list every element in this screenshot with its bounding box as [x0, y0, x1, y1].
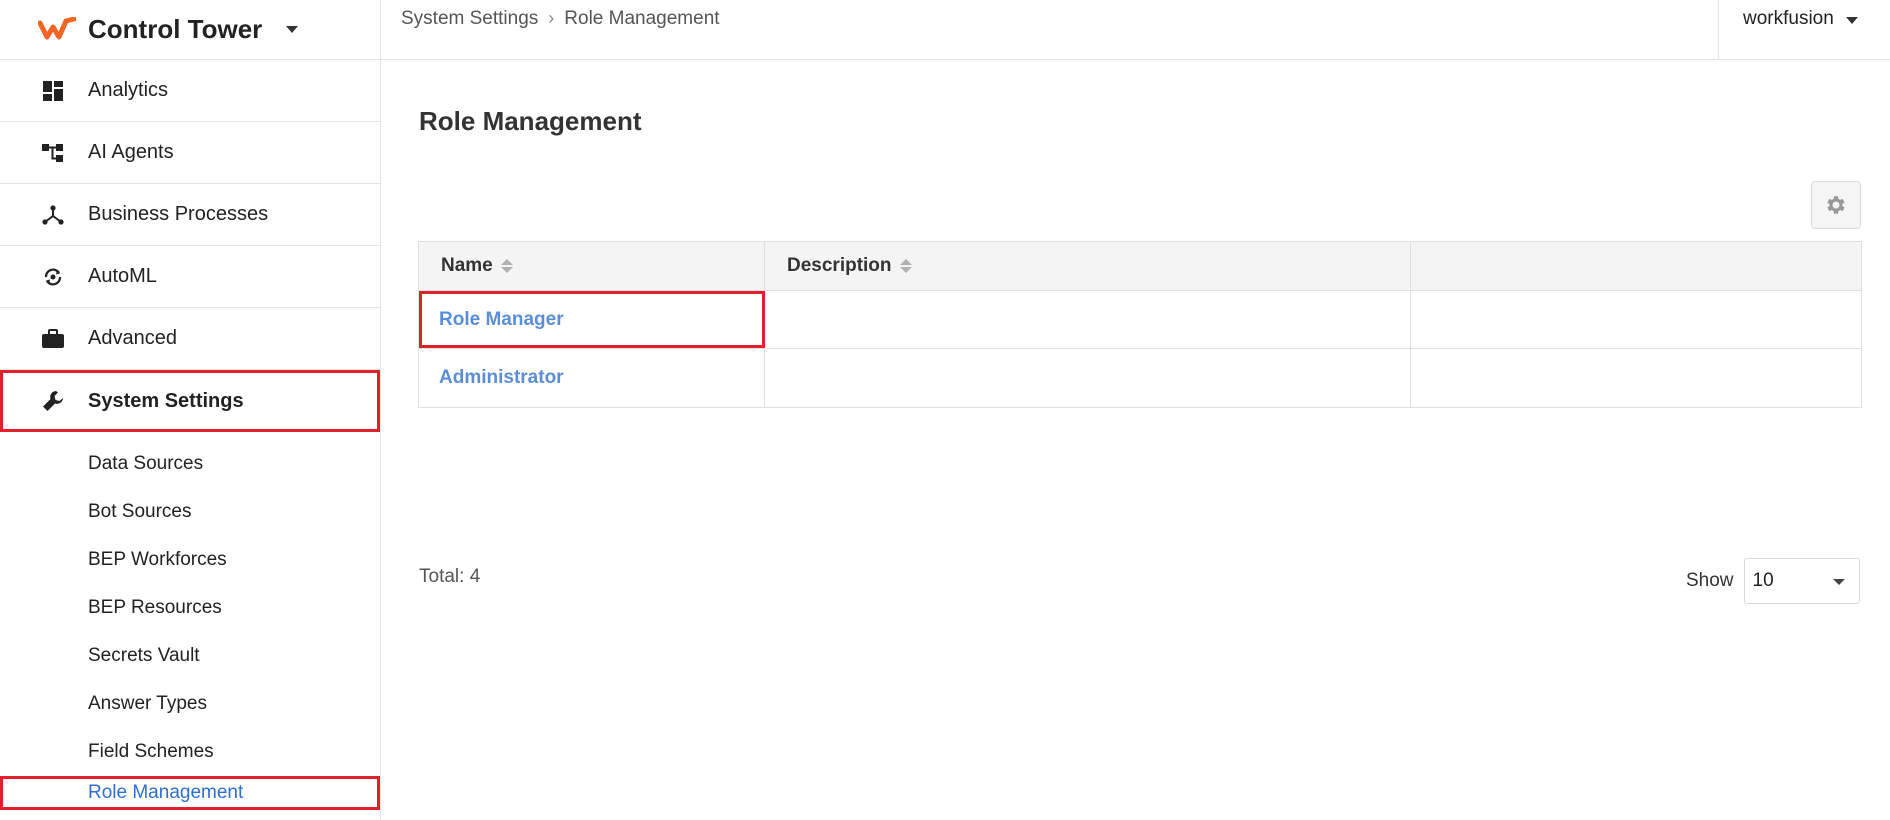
gear-icon	[1827, 196, 1845, 214]
breadcrumb-current: Role Management	[564, 7, 720, 29]
sidebar-subitem-label: Secrets Vault	[88, 645, 200, 666]
dashboard-icon	[42, 80, 64, 102]
sidebar-subitem-label: Field Schemes	[88, 741, 214, 762]
sidebar-item-ai-agents[interactable]: AI Agents	[0, 122, 380, 184]
sidebar-subitem-label: Data Sources	[88, 453, 204, 474]
app-root: Control Tower Analytics AI Agents Busine…	[0, 0, 1890, 820]
roles-table: Name Description Role Manager Administra…	[418, 241, 1862, 408]
sidebar-subitem-data-sources[interactable]: Data Sources	[0, 440, 380, 488]
sidebar-subitem-role-management[interactable]: Role Management	[0, 776, 380, 810]
table-cell-actions	[1411, 291, 1861, 348]
sidebar-subitem-answer-types[interactable]: Answer Types	[0, 680, 380, 728]
table-cell-actions	[1411, 349, 1861, 407]
sidebar-subitem-label: BEP Resources	[88, 597, 222, 618]
user-name: workfusion	[1743, 8, 1834, 29]
total-count: Total: 4	[419, 566, 481, 587]
sidebar-subitem-bep-resources[interactable]: BEP Resources	[0, 584, 380, 632]
table-cell-name: Role Manager	[419, 291, 765, 348]
sidebar-subitem-label: Answer Types	[88, 693, 207, 714]
table-cell-name: Administrator	[419, 349, 765, 407]
page-size-label: Show	[1686, 570, 1734, 591]
workfusion-logo-icon	[38, 16, 76, 39]
sidebar-subitem-bep-workforces[interactable]: BEP Workforces	[0, 536, 380, 584]
chevron-right-icon: ›	[548, 8, 555, 28]
sidebar-item-label: Advanced	[88, 327, 177, 349]
sidebar-item-business-processes[interactable]: Business Processes	[0, 184, 380, 246]
table-cell-description	[765, 291, 1411, 348]
sidebar-item-advanced[interactable]: Advanced	[0, 308, 380, 370]
page-size-value: 10	[1752, 570, 1774, 591]
sidebar-subitem-bot-sources[interactable]: Bot Sources	[0, 488, 380, 536]
brand-switcher[interactable]: Control Tower	[0, 0, 380, 60]
column-header-name[interactable]: Name	[419, 242, 765, 290]
wrench-icon	[42, 390, 64, 412]
breadcrumb: System Settings › Role Management	[401, 8, 720, 30]
column-header-description[interactable]: Description	[765, 242, 1411, 290]
process-icon	[42, 204, 64, 226]
main-content: Role Management Name Description Role Ma…	[381, 61, 1890, 820]
table-cell-description	[765, 349, 1411, 407]
table-row: Role Manager	[419, 291, 1861, 349]
sidebar-item-system-settings[interactable]: System Settings	[0, 370, 380, 432]
column-header-label: Description	[787, 255, 892, 276]
hierarchy-icon	[42, 142, 64, 164]
sidebar-item-label: System Settings	[88, 389, 244, 412]
automl-icon	[42, 266, 64, 288]
page-title: Role Management	[419, 106, 642, 136]
top-bar: System Settings › Role Management workfu…	[381, 0, 1890, 60]
table-row: Administrator	[419, 349, 1861, 407]
chevron-down-icon	[1845, 17, 1858, 24]
sidebar-subitem-field-schemes[interactable]: Field Schemes	[0, 728, 380, 776]
column-header-label: Name	[441, 255, 493, 276]
sidebar-item-analytics[interactable]: Analytics	[0, 60, 380, 122]
sidebar-item-label: Business Processes	[88, 203, 269, 225]
breadcrumb-parent[interactable]: System Settings	[401, 8, 538, 30]
app-title: Control Tower	[88, 14, 263, 44]
chevron-down-icon	[1832, 579, 1845, 585]
role-name-link[interactable]: Administrator	[439, 367, 564, 389]
system-settings-submenu: Data Sources Bot Sources BEP Workforces …	[0, 432, 380, 810]
sidebar-item-label: AI Agents	[88, 141, 174, 163]
sidebar-item-label: AutoML	[88, 265, 157, 287]
user-menu[interactable]: workfusion	[1718, 0, 1890, 60]
sort-icon	[500, 259, 513, 273]
sidebar: Control Tower Analytics AI Agents Busine…	[0, 0, 381, 820]
sort-icon	[899, 259, 912, 273]
page-size-select[interactable]: 10	[1743, 558, 1860, 604]
chevron-down-icon	[286, 26, 299, 33]
sidebar-subitem-label: BEP Workforces	[88, 549, 227, 570]
sidebar-subitem-secrets-vault[interactable]: Secrets Vault	[0, 632, 380, 680]
sidebar-item-automl[interactable]: AutoML	[0, 246, 380, 308]
table-header: Name Description	[419, 242, 1861, 291]
page-size-control: Show 10	[1686, 558, 1860, 604]
sidebar-subitem-label: Bot Sources	[88, 501, 192, 522]
briefcase-icon	[42, 328, 64, 350]
sidebar-item-label: Analytics	[88, 79, 169, 101]
column-header-actions	[1411, 242, 1861, 290]
table-settings-button[interactable]	[1811, 181, 1861, 229]
sidebar-subitem-label: Role Management	[88, 782, 244, 803]
role-name-link[interactable]: Role Manager	[439, 309, 564, 331]
